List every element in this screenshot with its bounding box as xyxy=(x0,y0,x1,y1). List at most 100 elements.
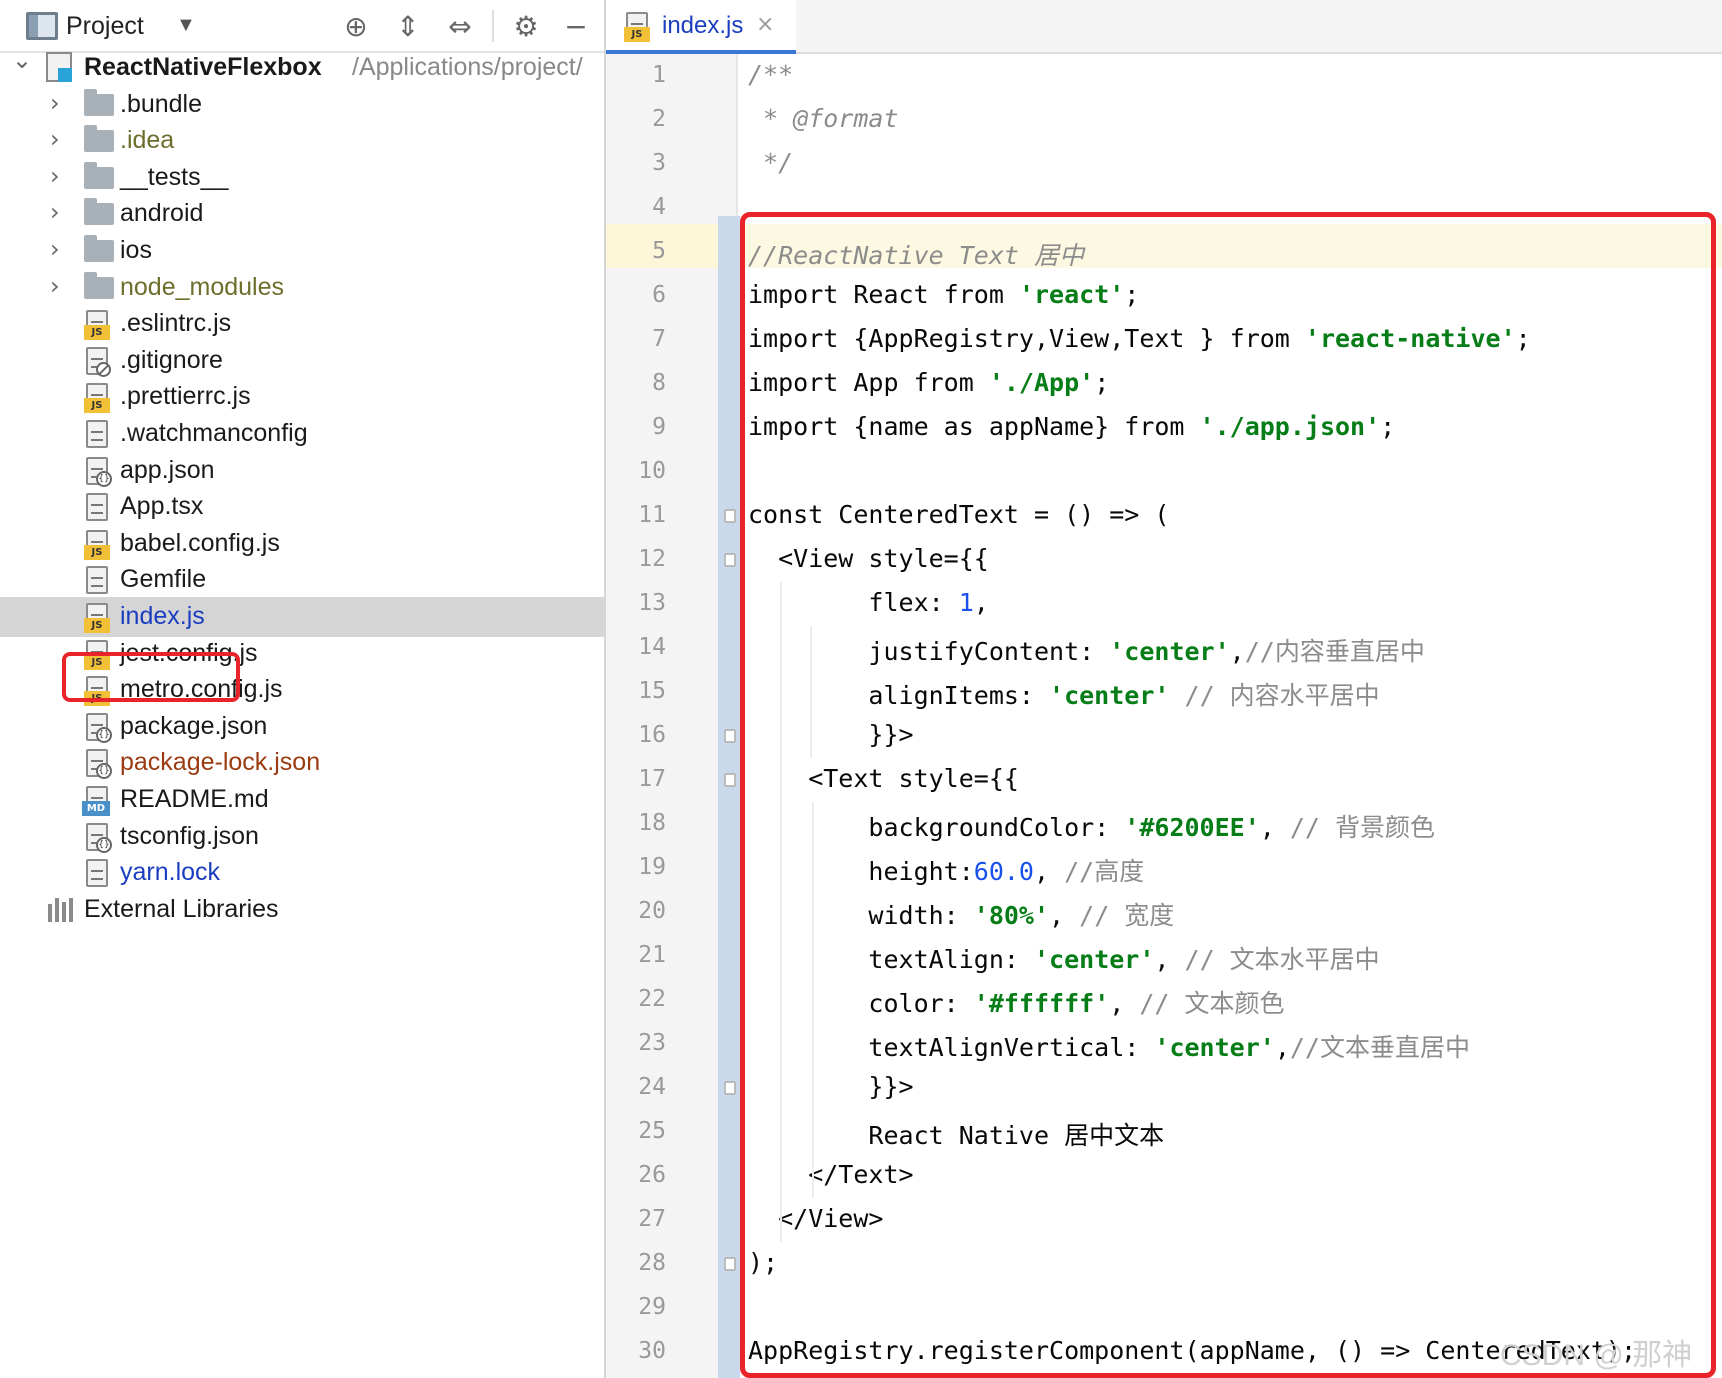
tree-file-row[interactable]: App.tsx xyxy=(0,487,604,527)
code-line: </Text> xyxy=(748,1160,914,1189)
tree-file-row[interactable]: {} app.json xyxy=(0,451,604,491)
minimize-icon[interactable]: − xyxy=(558,8,594,44)
fold-marker-icon[interactable] xyxy=(724,509,736,523)
file-label: App.tsx xyxy=(120,492,204,521)
code-token: backgroundColor: xyxy=(748,813,1125,842)
code-token: 'center' xyxy=(1033,945,1155,974)
line-number: 2 xyxy=(652,106,666,132)
tab-index-js[interactable]: JS index.js × xyxy=(606,0,796,54)
line-number: 20 xyxy=(638,898,666,924)
chevron-right-icon[interactable]: › xyxy=(50,272,60,300)
code-token: ); xyxy=(748,1248,779,1277)
expand-all-icon[interactable]: ⇕ xyxy=(390,8,426,44)
code-line: React Native 居中文本 xyxy=(748,1116,1164,1152)
tree-folder-row[interactable]: › .bundle xyxy=(0,85,604,125)
tree-root-row[interactable]: ⌄ ReactNativeFlexbox/Applications/project… xyxy=(0,46,604,88)
chevron-right-icon[interactable]: › xyxy=(50,198,60,226)
file-label: yarn.lock xyxy=(120,858,221,887)
js-file-icon: JS xyxy=(84,383,110,414)
code-token: // 文本颜色 xyxy=(1139,989,1285,1018)
code-token: */ xyxy=(748,148,794,177)
json-file-icon: {} xyxy=(86,822,112,853)
tree-file-row[interactable]: JS metro.config.js xyxy=(0,670,604,710)
close-icon[interactable]: × xyxy=(756,12,774,37)
chevron-right-icon[interactable]: › xyxy=(50,89,60,117)
folder-icon xyxy=(84,161,114,189)
tree-file-row[interactable]: .watchmanconfig xyxy=(0,414,604,454)
code-token: './app.json' xyxy=(1199,412,1381,441)
external-libraries-row[interactable]: External Libraries xyxy=(0,890,604,930)
js-file-icon: JS xyxy=(84,639,110,670)
code-line: const CenteredText = () => ( xyxy=(748,500,1169,529)
fold-marker-icon[interactable] xyxy=(724,1257,736,1271)
code-line: /** xyxy=(748,60,793,89)
line-number: 27 xyxy=(638,1206,666,1232)
code-token: 1 xyxy=(958,588,974,617)
file-label: .watchmanconfig xyxy=(120,419,308,447)
gear-icon[interactable]: ⚙ xyxy=(508,8,544,44)
code-token: , xyxy=(973,588,989,617)
chevron-right-icon[interactable]: › xyxy=(50,235,60,263)
chevron-down-icon[interactable]: ▼ xyxy=(176,14,196,37)
code-line: import {name as appName} from './app.jso… xyxy=(748,412,1395,441)
tree-file-row[interactable]: yarn.lock xyxy=(0,853,604,893)
code-line: <Text style={{ xyxy=(748,764,1019,793)
code-token: textAlign: xyxy=(748,945,1034,974)
code-token: , xyxy=(1034,857,1065,886)
code-token: justifyContent: xyxy=(748,637,1110,666)
code-token: import App from xyxy=(748,368,989,397)
tree-folder-row[interactable]: › .idea xyxy=(0,121,604,161)
tree-file-row[interactable]: JS .prettierrc.js xyxy=(0,377,604,417)
line-number: 21 xyxy=(638,942,666,968)
project-panel-title[interactable]: Project xyxy=(66,12,144,41)
code-line: ); xyxy=(748,1248,778,1277)
tree-folder-row[interactable]: › __tests__ xyxy=(0,158,604,198)
tree-file-row[interactable]: JS index.js xyxy=(0,597,604,637)
code-token: '#6200EE' xyxy=(1124,813,1260,842)
code-line: import App from './App'; xyxy=(748,368,1109,397)
line-number: 1 xyxy=(652,62,666,88)
fold-marker-icon[interactable] xyxy=(724,729,736,743)
line-number: 7 xyxy=(652,326,666,352)
line-number: 22 xyxy=(638,986,666,1012)
fold-marker-icon[interactable] xyxy=(724,553,736,567)
line-number: 6 xyxy=(652,282,666,308)
locate-file-icon[interactable]: ⊕ xyxy=(338,8,374,44)
chevron-right-icon[interactable]: › xyxy=(50,162,60,190)
folder-icon xyxy=(84,88,114,116)
code-token: // 文本水平居中 xyxy=(1184,945,1380,974)
code-token: import {AppRegistry,View,Text } from xyxy=(748,324,1305,353)
tree-file-row[interactable]: JS .eslintrc.js xyxy=(0,304,604,344)
json-file-icon: {} xyxy=(86,749,112,780)
folder-icon xyxy=(84,235,114,262)
tree-file-row[interactable]: .gitignore xyxy=(0,341,604,381)
chevron-down-icon[interactable]: ⌄ xyxy=(12,46,32,74)
line-number: 30 xyxy=(638,1338,666,1364)
text-file-icon xyxy=(86,493,108,522)
tree-file-row[interactable]: JS jest.config.js xyxy=(0,634,604,674)
tree-file-row[interactable]: Gemfile xyxy=(0,560,604,600)
chevron-right-icon[interactable]: › xyxy=(50,125,60,153)
file-label: .prettierrc.js xyxy=(120,382,251,411)
file-label: tsconfig.json xyxy=(120,821,259,850)
line-number: 12 xyxy=(638,546,666,572)
tree-file-row[interactable]: {} package.json xyxy=(0,707,604,747)
text-file-icon xyxy=(86,859,108,888)
fold-marker-icon[interactable] xyxy=(724,1081,736,1095)
tree-file-row[interactable]: JS babel.config.js xyxy=(0,524,604,564)
tree-folder-row[interactable]: › ios xyxy=(0,231,604,271)
tree-folder-row[interactable]: › android xyxy=(0,194,604,234)
tree-folder-row[interactable]: › node_modules xyxy=(0,268,604,308)
tree-file-row[interactable]: MD README.md xyxy=(0,780,604,820)
indent-guide xyxy=(810,626,812,758)
js-file-icon: JS xyxy=(84,603,110,633)
collapse-all-icon[interactable]: ⇔ xyxy=(442,8,478,44)
tab-label: index.js xyxy=(662,12,744,39)
code-token: , xyxy=(1049,901,1080,930)
tree-file-row[interactable]: {} package-lock.json xyxy=(0,743,604,783)
fold-marker-icon[interactable] xyxy=(724,773,736,787)
code-token: }}> xyxy=(748,1072,914,1101)
code-token: </Text> xyxy=(748,1160,914,1189)
code-token: ; xyxy=(1515,324,1531,353)
tree-file-row[interactable]: {} tsconfig.json xyxy=(0,817,604,857)
